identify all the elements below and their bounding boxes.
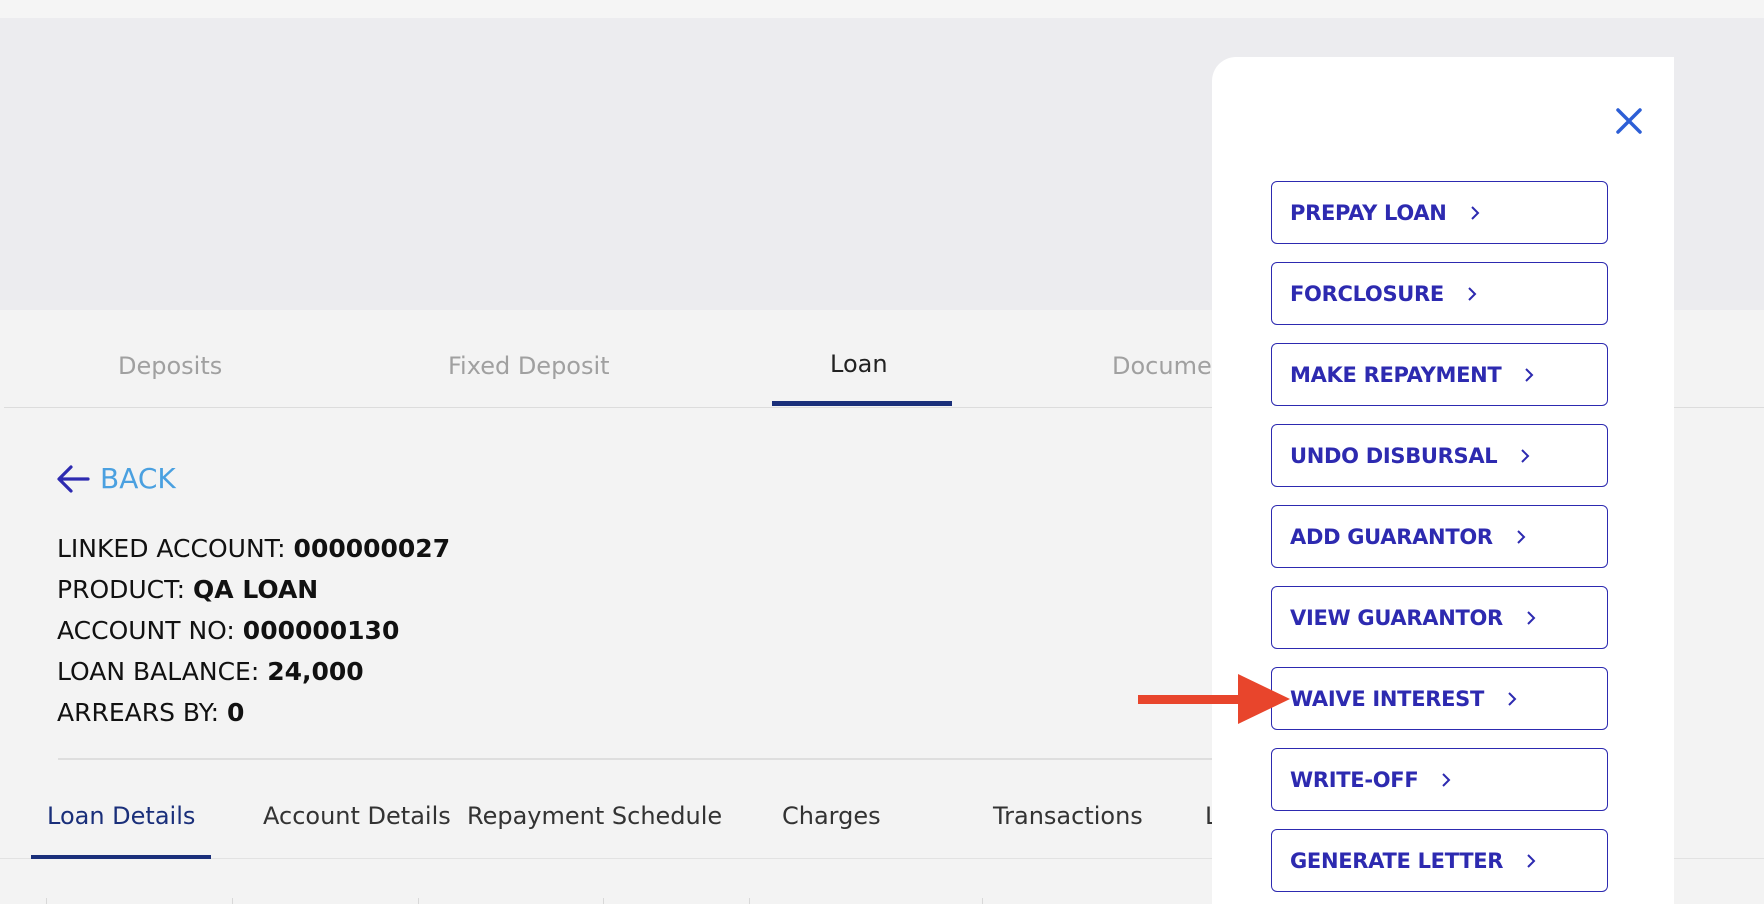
subtab-transactions[interactable]: Transactions (993, 802, 1143, 830)
arrears-label: ARREARS BY: (57, 698, 220, 727)
back-label: BACK (100, 462, 176, 495)
account-no-value: 000000130 (242, 616, 400, 645)
column-divider (749, 898, 750, 904)
arrears-value: 0 (227, 698, 245, 727)
red-pointer-arrow-icon (1138, 674, 1290, 724)
tab-active-indicator (772, 401, 952, 406)
loan-balance-value: 24,000 (267, 657, 364, 686)
action-label: MAKE REPAYMENT (1290, 362, 1502, 387)
forclosure-button[interactable]: FORCLOSURE (1271, 262, 1608, 325)
action-label: WAIVE INTEREST (1290, 686, 1485, 711)
subtab-loan-details[interactable]: Loan Details (47, 802, 195, 830)
chevron-right-icon (1442, 772, 1451, 787)
undo-disbursal-button[interactable]: UNDO DISBURSAL (1271, 424, 1608, 487)
make-repayment-button[interactable]: MAKE REPAYMENT (1271, 343, 1608, 406)
waive-interest-button[interactable]: WAIVE INTEREST (1271, 667, 1608, 730)
action-label: PREPAY LOAN (1290, 200, 1447, 225)
column-divider (418, 898, 419, 904)
prepay-loan-button[interactable]: PREPAY LOAN (1271, 181, 1608, 244)
subtab-active-indicator (31, 855, 211, 859)
action-label: VIEW GUARANTOR (1290, 605, 1503, 630)
column-divider (982, 898, 983, 904)
linked-account-label: LINKED ACCOUNT: (57, 534, 286, 563)
subtab-repayment-schedule[interactable]: Repayment Schedule (467, 802, 722, 830)
loan-balance-row: LOAN BALANCE: 24,000 (57, 651, 450, 692)
tab-fixed-deposit[interactable]: Fixed Deposit (448, 352, 610, 380)
top-strip (0, 0, 1764, 18)
column-divider (46, 898, 47, 904)
column-divider (232, 898, 233, 904)
view-guarantor-button[interactable]: VIEW GUARANTOR (1271, 586, 1608, 649)
action-label: ADD GUARANTOR (1290, 524, 1493, 549)
tab-documents[interactable]: Documen (1112, 352, 1227, 380)
linked-account-value: 000000027 (293, 534, 451, 563)
subtab-account-details[interactable]: Account Details (263, 802, 451, 830)
write-off-button[interactable]: WRITE-OFF (1271, 748, 1608, 811)
tab-loan[interactable]: Loan (830, 350, 888, 378)
account-summary: LINKED ACCOUNT: 000000027 PRODUCT: QA LO… (57, 528, 450, 733)
action-label: UNDO DISBURSAL (1290, 443, 1498, 468)
loan-balance-label: LOAN BALANCE: (57, 657, 260, 686)
arrow-left-icon (57, 464, 90, 493)
add-guarantor-button[interactable]: ADD GUARANTOR (1271, 505, 1608, 568)
chevron-right-icon (1527, 610, 1536, 625)
chevron-right-icon (1468, 286, 1477, 301)
subtab-charges[interactable]: Charges (782, 802, 881, 830)
chevron-right-icon (1470, 205, 1480, 220)
chevron-right-icon (1508, 691, 1517, 706)
chevron-right-icon (1527, 853, 1536, 868)
tab-deposits[interactable]: Deposits (118, 352, 222, 380)
back-link[interactable]: BACK (56, 462, 176, 495)
product-row: PRODUCT: QA LOAN (57, 569, 450, 610)
section-divider (58, 758, 1258, 760)
action-label: GENERATE LETTER (1290, 848, 1504, 873)
generate-letter-button[interactable]: GENERATE LETTER (1271, 829, 1608, 892)
arrears-row: ARREARS BY: 0 (57, 692, 450, 733)
account-no-label: ACCOUNT NO: (57, 616, 235, 645)
chevron-right-icon (1525, 367, 1534, 382)
account-no-row: ACCOUNT NO: 000000130 (57, 610, 450, 651)
chevron-right-icon (1517, 529, 1526, 544)
product-label: PRODUCT: (57, 575, 186, 604)
action-label: WRITE-OFF (1290, 767, 1419, 792)
close-icon[interactable] (1614, 106, 1644, 136)
column-divider (603, 898, 604, 904)
product-value: QA LOAN (193, 575, 319, 604)
chevron-right-icon (1521, 448, 1530, 463)
linked-account-row: LINKED ACCOUNT: 000000027 (57, 528, 450, 569)
action-label: FORCLOSURE (1290, 281, 1444, 306)
